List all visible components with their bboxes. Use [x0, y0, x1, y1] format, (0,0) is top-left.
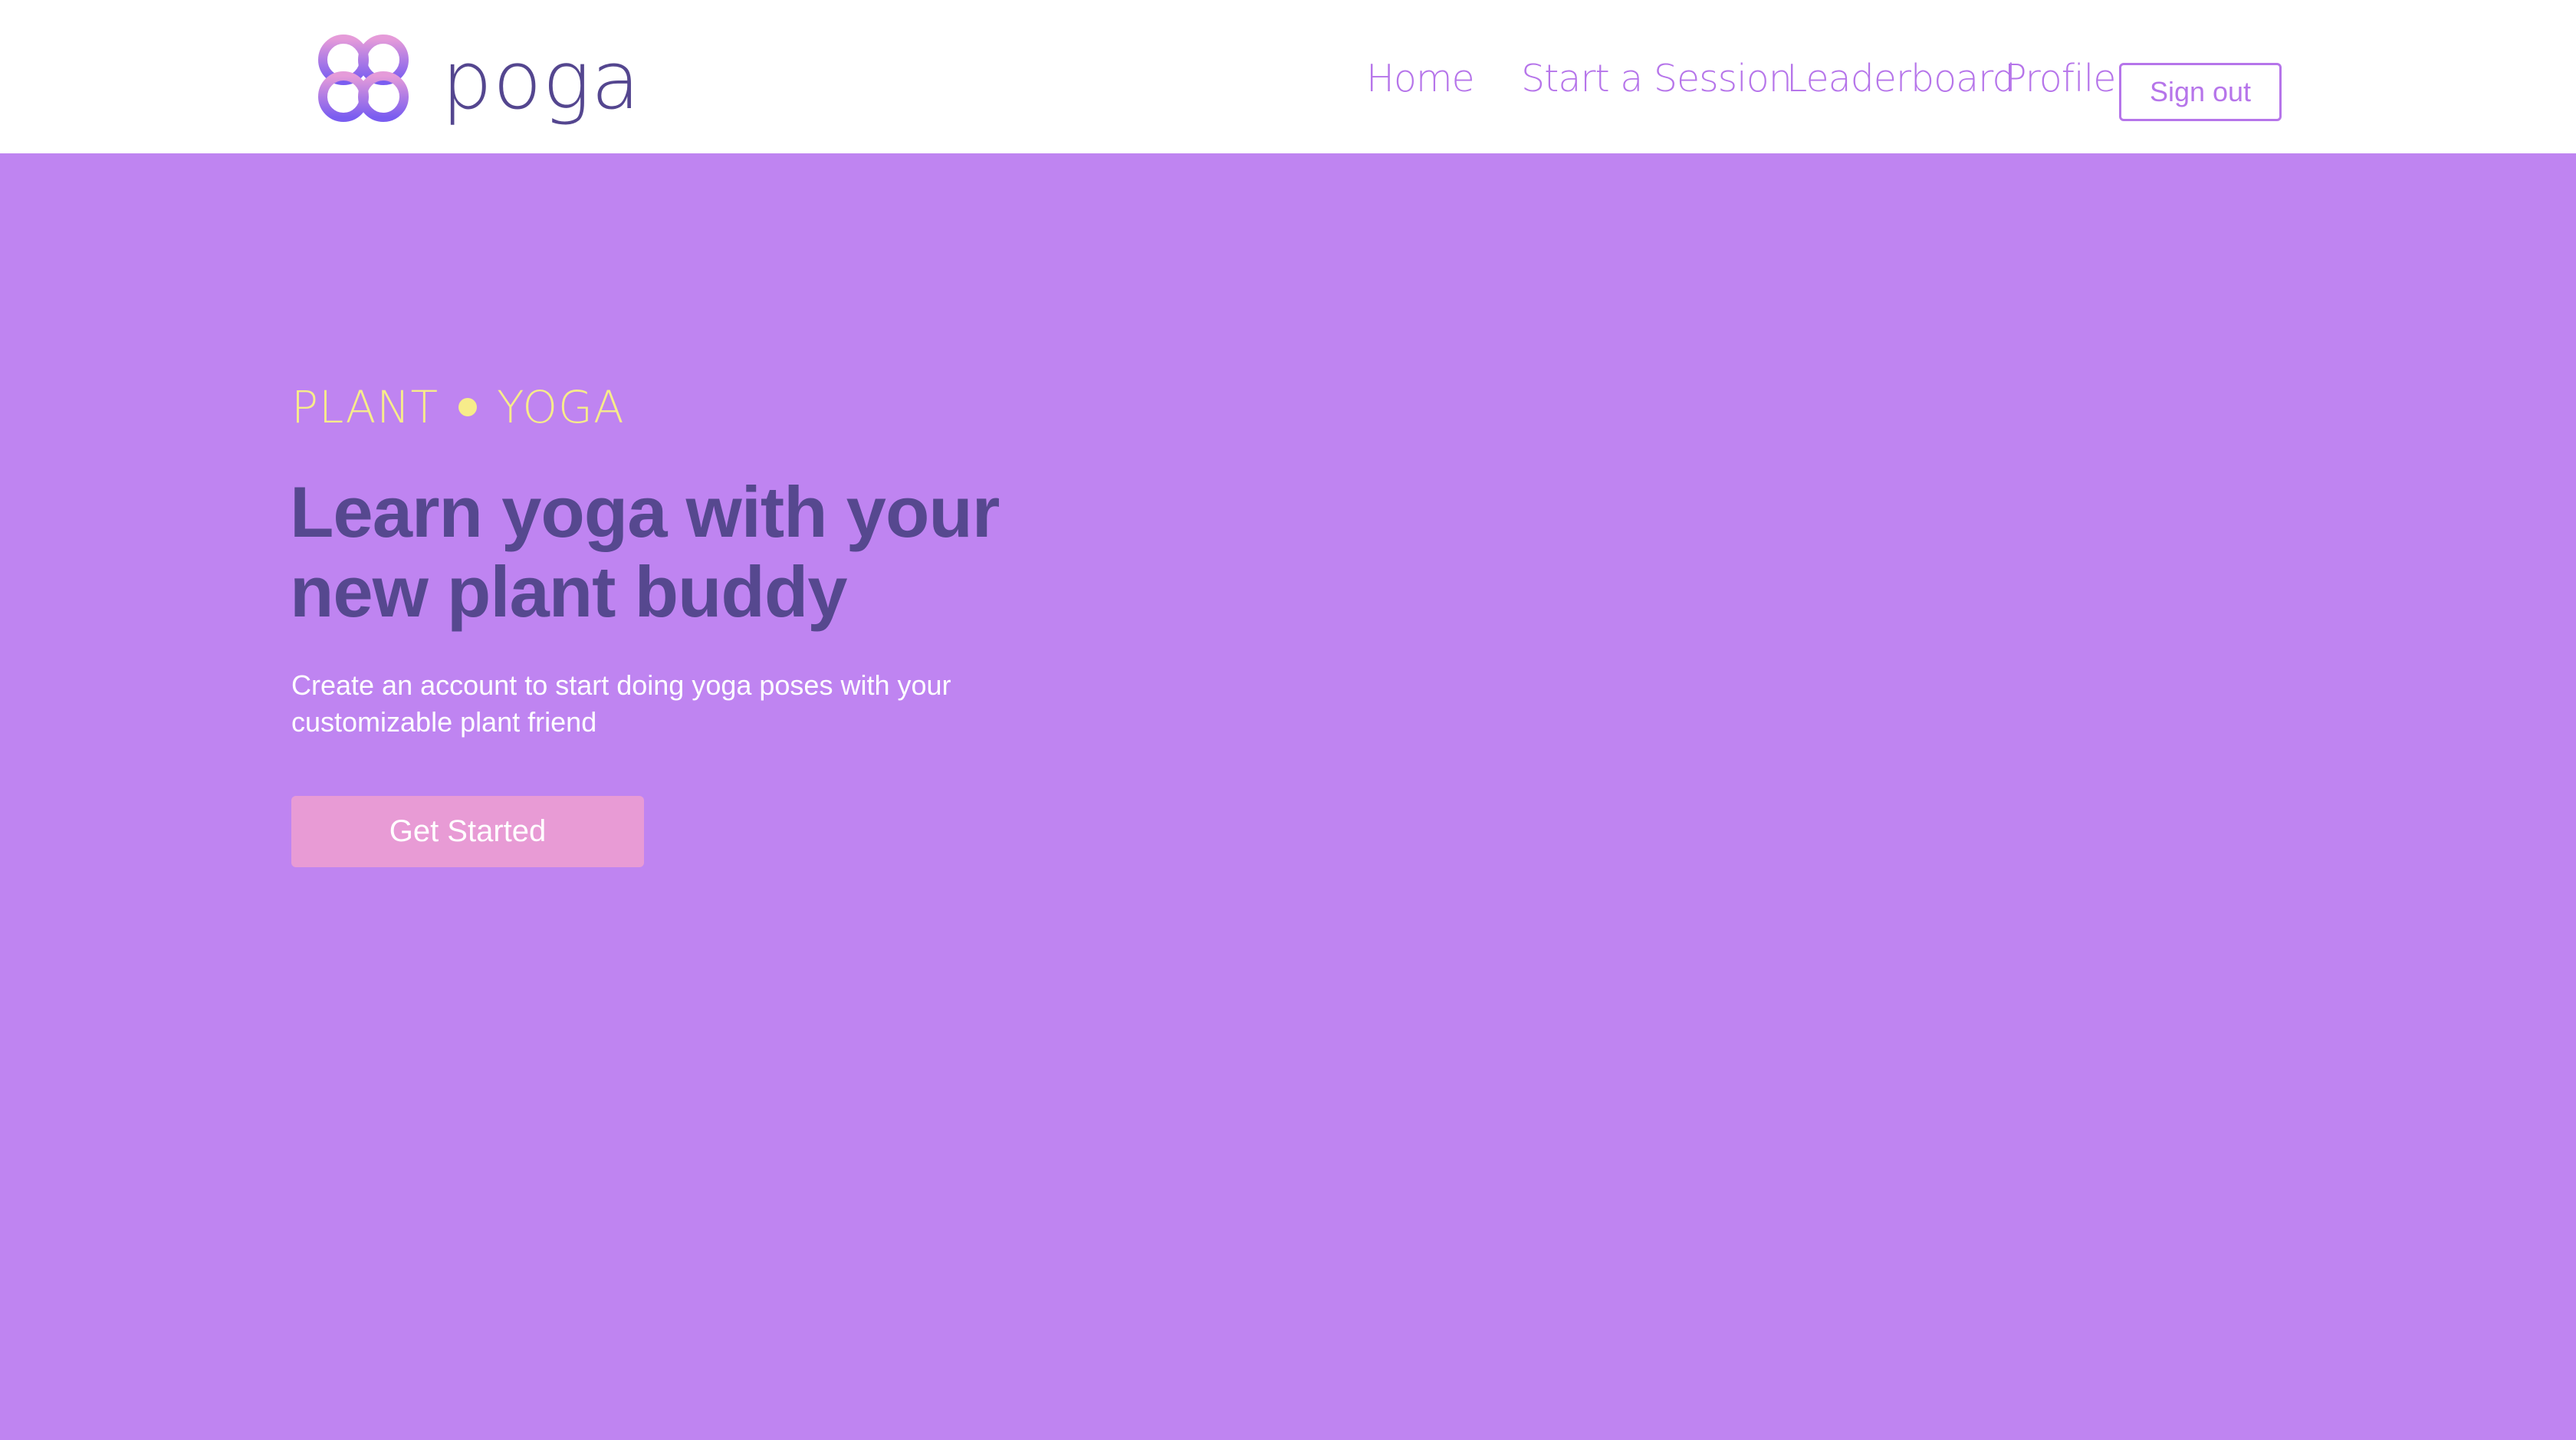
top-navbar: poga Home Start a Session Leaderboard Pr… [0, 0, 2576, 153]
nav-home-link[interactable]: Home [1366, 60, 1475, 97]
hero-title: Learn yoga with your new plant buddy [290, 472, 1056, 632]
brand-name: poga [442, 34, 641, 127]
triple-loop-logo-icon [318, 35, 409, 122]
hero-subtitle: Create an account to start doing yoga po… [291, 667, 1058, 741]
nav-start-session-link[interactable]: Start a Session [1521, 60, 1792, 97]
get-started-label: Get Started [389, 814, 547, 848]
bullet-dot-icon [458, 398, 478, 416]
get-started-button[interactable]: Get Started [291, 796, 644, 867]
hero-title-line-1: Learn yoga with your [290, 472, 1000, 552]
eyebrow-right-text: YOGA [497, 381, 625, 433]
hero-eyebrow: PLANT YOGA [291, 385, 625, 429]
hero-subtitle-line-2: customizable plant friend [291, 706, 597, 738]
sign-out-button[interactable]: Sign out [2119, 63, 2282, 121]
hero-subtitle-line-1: Create an account to start doing yoga po… [291, 669, 951, 701]
sign-out-label: Sign out [2149, 76, 2252, 107]
nav-profile-link[interactable]: Profile [2004, 60, 2116, 97]
nav-leaderboard-link[interactable]: Leaderboard [1786, 60, 2016, 97]
eyebrow-left-text: PLANT [291, 381, 439, 433]
brand-logo[interactable]: poga [305, 31, 641, 126]
hero-title-line-2: new plant buddy [290, 551, 848, 632]
